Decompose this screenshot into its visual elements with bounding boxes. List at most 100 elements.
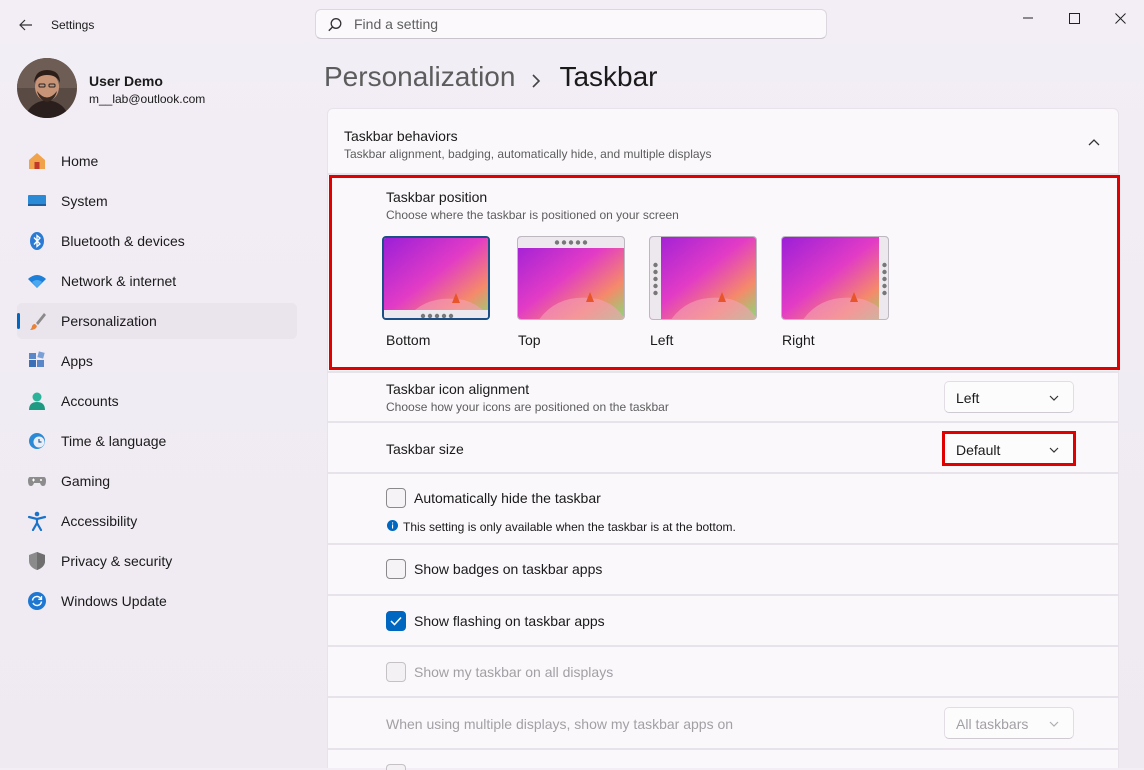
search-input[interactable] bbox=[354, 10, 814, 38]
update-icon bbox=[28, 592, 46, 610]
breadcrumb-parent[interactable]: Personalization bbox=[324, 61, 515, 92]
user-email: m__lab@outlook.com bbox=[89, 92, 206, 106]
position-option-label: Right bbox=[782, 332, 815, 348]
sidebar-item-label: Windows Update bbox=[61, 593, 167, 609]
chevron-right-icon bbox=[531, 60, 541, 98]
sidebar-item-label: Privacy & security bbox=[61, 553, 173, 569]
back-button[interactable] bbox=[12, 12, 40, 38]
sidebar-nav: Home System Bluetooth & devices Network … bbox=[17, 143, 297, 623]
autohide-row: Automatically hide the taskbar This sett… bbox=[327, 473, 1119, 544]
sidebar-item-label: Home bbox=[61, 153, 99, 169]
flashing-row: Show flashing on taskbar apps bbox=[327, 595, 1119, 646]
autohide-checkbox[interactable] bbox=[386, 488, 406, 508]
chevron-down-icon bbox=[1049, 447, 1059, 453]
selection-indicator bbox=[17, 313, 20, 329]
next-row-checkbox[interactable] bbox=[386, 764, 406, 770]
size-title: Taskbar size bbox=[386, 441, 464, 457]
taskbar-behaviors-header[interactable]: Taskbar behaviors Taskbar alignment, bad… bbox=[327, 108, 1119, 174]
sidebar-item-personalization[interactable]: Personalization bbox=[17, 303, 297, 339]
bluetooth-icon bbox=[30, 232, 44, 250]
position-option-label: Bottom bbox=[386, 332, 431, 348]
sidebar-item-accessibility[interactable]: Accessibility bbox=[17, 503, 297, 539]
position-option-bottom[interactable] bbox=[382, 236, 490, 320]
sidebar-item-label: Gaming bbox=[61, 473, 111, 489]
sidebar-item-time-language[interactable]: Time & language bbox=[17, 423, 297, 459]
multi-display-row: When using multiple displays, show my ta… bbox=[327, 697, 1119, 749]
user-avatar-icon bbox=[17, 58, 77, 118]
autohide-note: This setting is only available when the … bbox=[403, 520, 736, 534]
breadcrumb: Personalization Taskbar bbox=[324, 58, 658, 98]
home-icon bbox=[29, 153, 45, 169]
checkmark-icon bbox=[390, 616, 402, 626]
size-dropdown[interactable]: Default bbox=[944, 433, 1074, 465]
badges-checkbox[interactable] bbox=[386, 559, 406, 579]
person-icon bbox=[29, 392, 45, 410]
chevron-down-icon bbox=[1049, 395, 1059, 401]
multi-display-value: All taskbars bbox=[956, 716, 1029, 732]
behaviors-description: Taskbar alignment, badging, automaticall… bbox=[344, 147, 712, 161]
sidebar-item-gaming[interactable]: Gaming bbox=[17, 463, 297, 499]
sidebar-item-apps[interactable]: Apps bbox=[17, 343, 297, 379]
sidebar-item-bluetooth[interactable]: Bluetooth & devices bbox=[17, 223, 297, 259]
sidebar-item-label: Apps bbox=[61, 353, 93, 369]
position-option-top[interactable] bbox=[517, 236, 625, 320]
sidebar-item-network[interactable]: Network & internet bbox=[17, 263, 297, 299]
all-displays-checkbox[interactable] bbox=[386, 662, 406, 682]
taskbar-size-row: Taskbar size Default bbox=[327, 422, 1119, 473]
gamepad-icon bbox=[28, 477, 46, 486]
shield-icon bbox=[29, 552, 45, 570]
avatar[interactable] bbox=[17, 58, 77, 118]
sidebar-item-label: Accessibility bbox=[61, 513, 138, 529]
position-option-left[interactable] bbox=[649, 236, 757, 320]
wallpaper-preview bbox=[384, 238, 488, 318]
system-icon bbox=[28, 195, 46, 206]
maximize-button[interactable] bbox=[1051, 6, 1097, 30]
behaviors-title: Taskbar behaviors bbox=[344, 128, 458, 144]
accessibility-icon bbox=[27, 511, 47, 531]
sidebar-item-privacy[interactable]: Privacy & security bbox=[17, 543, 297, 579]
minimize-icon bbox=[1023, 17, 1033, 19]
sidebar-item-accounts[interactable]: Accounts bbox=[17, 383, 297, 419]
sidebar-item-home[interactable]: Home bbox=[17, 143, 297, 179]
close-icon bbox=[1114, 12, 1126, 24]
sidebar-item-label: Time & language bbox=[61, 433, 167, 449]
sidebar-item-label: System bbox=[61, 193, 108, 209]
wallpaper-preview bbox=[782, 237, 888, 319]
position-option-label: Top bbox=[518, 332, 541, 348]
back-arrow-icon bbox=[19, 19, 32, 31]
settings-panel: Taskbar behaviors Taskbar alignment, bad… bbox=[327, 108, 1120, 770]
position-option-label: Left bbox=[650, 332, 674, 348]
icon-alignment-row: Taskbar icon alignment Choose how your i… bbox=[327, 372, 1119, 422]
brush-icon bbox=[30, 313, 46, 330]
maximize-icon bbox=[1068, 12, 1080, 24]
sidebar-item-windows-update[interactable]: Windows Update bbox=[17, 583, 297, 619]
apps-icon bbox=[29, 351, 45, 367]
wallpaper-preview bbox=[518, 237, 624, 319]
badges-label: Show badges on taskbar apps bbox=[414, 561, 603, 577]
all-displays-label: Show my taskbar on all displays bbox=[414, 664, 614, 680]
close-button[interactable] bbox=[1097, 6, 1143, 30]
clock-globe-icon bbox=[29, 433, 45, 449]
alignment-value: Left bbox=[956, 390, 980, 406]
alignment-description: Choose how your icons are positioned on … bbox=[386, 400, 669, 414]
position-description: Choose where the taskbar is positioned o… bbox=[386, 208, 679, 222]
wallpaper-preview bbox=[650, 237, 756, 319]
position-option-right[interactable] bbox=[781, 236, 889, 320]
all-displays-row: Show my taskbar on all displays bbox=[327, 646, 1119, 697]
sidebar-item-label: Personalization bbox=[61, 313, 157, 329]
chevron-up-icon[interactable] bbox=[1088, 138, 1100, 146]
autohide-label: Automatically hide the taskbar bbox=[414, 490, 601, 506]
multi-display-dropdown[interactable]: All taskbars bbox=[944, 707, 1074, 739]
alignment-title: Taskbar icon alignment bbox=[386, 381, 530, 397]
search-box[interactable] bbox=[315, 9, 827, 39]
position-title: Taskbar position bbox=[386, 189, 488, 205]
sidebar-item-label: Network & internet bbox=[61, 273, 177, 289]
user-name: User Demo bbox=[89, 73, 163, 89]
alignment-dropdown[interactable]: Left bbox=[944, 381, 1074, 413]
flashing-checkbox[interactable] bbox=[386, 611, 406, 631]
minimize-button[interactable] bbox=[1005, 6, 1051, 30]
chevron-down-icon bbox=[1049, 721, 1059, 727]
sidebar-item-system[interactable]: System bbox=[17, 183, 297, 219]
wifi-icon bbox=[28, 275, 46, 288]
sidebar-item-label: Bluetooth & devices bbox=[61, 233, 185, 249]
